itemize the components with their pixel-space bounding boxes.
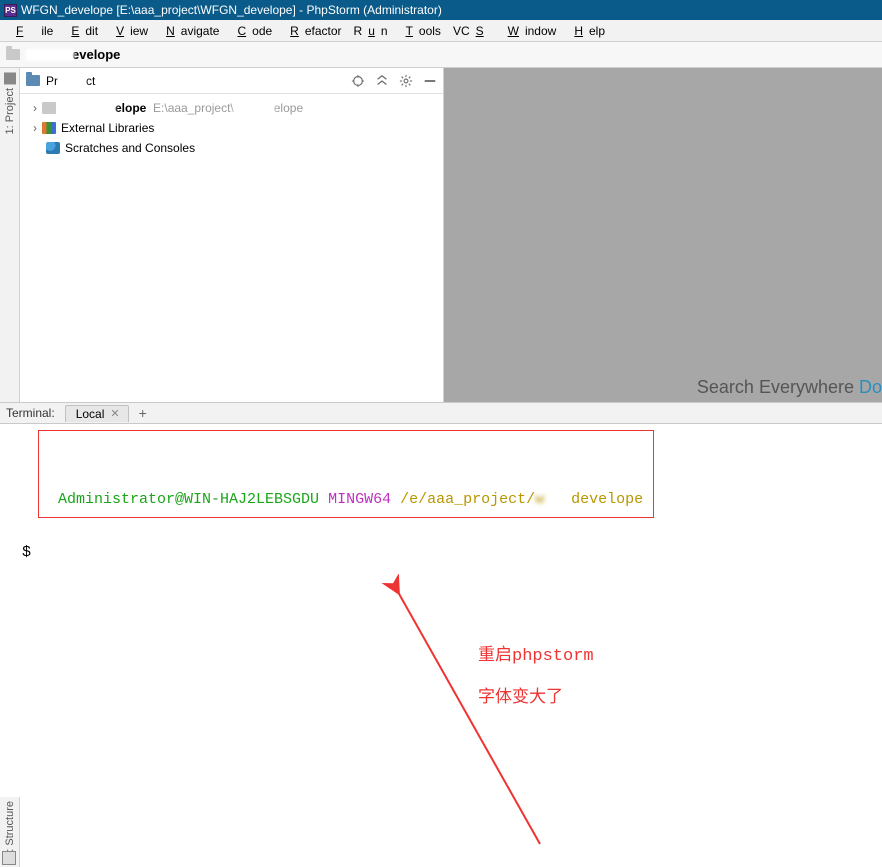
project-tool-icon bbox=[4, 72, 16, 84]
menu-bar: File Edit View Navigate Code Refactor Ru… bbox=[0, 20, 882, 42]
terminal-line-prompt: Administrator@WIN-HAJ2LEBSGDU MINGW64 /e… bbox=[22, 466, 876, 534]
search-everywhere-hint: Search Everywhere Do bbox=[697, 377, 882, 398]
chevron-right-icon[interactable]: › bbox=[30, 121, 40, 135]
menu-navigate[interactable]: Navigate bbox=[154, 22, 225, 40]
menu-refactor[interactable]: Refactor bbox=[278, 22, 347, 40]
main-split: 1: Project Prct bbox=[0, 68, 882, 402]
folder-icon bbox=[42, 102, 56, 114]
breadcrumb-redacted bbox=[26, 49, 74, 61]
tool-window-project[interactable]: 1: Project bbox=[4, 72, 16, 134]
breadcrumb-text: evelope bbox=[72, 47, 120, 62]
menu-file[interactable]: File bbox=[4, 22, 59, 40]
window-title: WFGN_develope [E:\aaa_project\WFGN_devel… bbox=[21, 3, 442, 17]
terminal-tab-local[interactable]: Local ✕ bbox=[65, 405, 129, 422]
app-icon: PS bbox=[4, 4, 17, 17]
toggle-tool-windows-icon[interactable] bbox=[2, 851, 16, 865]
menu-edit[interactable]: Edit bbox=[59, 22, 104, 40]
menu-vcs[interactable]: VCS bbox=[447, 22, 496, 40]
hide-panel-icon[interactable] bbox=[423, 74, 437, 88]
menu-code[interactable]: Code bbox=[225, 22, 278, 40]
locate-icon[interactable] bbox=[351, 74, 365, 88]
menu-view[interactable]: View bbox=[104, 22, 154, 40]
annotation-arrow bbox=[380, 574, 580, 854]
menu-help[interactable]: Help bbox=[562, 22, 611, 40]
menu-run[interactable]: Run bbox=[348, 22, 394, 40]
collapse-all-icon[interactable] bbox=[375, 74, 389, 88]
editor-empty-area: Search Everywhere Do bbox=[444, 68, 882, 402]
annotation-text-1: 重启phpstorm bbox=[478, 640, 594, 666]
gear-icon[interactable] bbox=[399, 74, 413, 88]
tool-window-structure[interactable]: 7: Structure bbox=[4, 801, 16, 858]
terminal-tab-label: Local bbox=[76, 407, 105, 421]
menu-tools[interactable]: Tools bbox=[394, 22, 447, 40]
terminal-body[interactable]: Administrator@WIN-HAJ2LEBSGDU MINGW64 /e… bbox=[0, 424, 882, 867]
terminal-line-input[interactable]: $ bbox=[22, 542, 876, 565]
scratches-icon bbox=[46, 142, 60, 154]
chevron-right-icon[interactable]: › bbox=[30, 101, 40, 115]
project-icon bbox=[26, 75, 40, 86]
menu-window[interactable]: Window bbox=[496, 22, 563, 40]
tree-node-module[interactable]: › elope E:\aaa_project\elope bbox=[22, 98, 441, 118]
terminal-tab-bar: Terminal: Local ✕ + bbox=[0, 402, 882, 424]
left-tool-gutter: 1: Project bbox=[0, 68, 20, 402]
window-titlebar: PS WFGN_develope [E:\aaa_project\WFGN_de… bbox=[0, 0, 882, 20]
project-tool-window: Prct › elo bbox=[20, 68, 444, 402]
annotation-text-2: 字体变大了 bbox=[478, 682, 563, 708]
folder-icon bbox=[6, 49, 20, 60]
breadcrumb[interactable]: evelope bbox=[0, 42, 882, 68]
project-panel-header: Prct bbox=[20, 68, 443, 94]
project-panel-title[interactable]: Prct bbox=[46, 74, 95, 88]
new-terminal-tab-button[interactable]: + bbox=[139, 405, 147, 421]
close-tab-icon[interactable]: ✕ bbox=[110, 407, 119, 420]
terminal-panel-label: Terminal: bbox=[6, 406, 55, 420]
project-tree[interactable]: › elope E:\aaa_project\elope › External … bbox=[20, 94, 443, 162]
tree-node-scratches[interactable]: Scratches and Consoles bbox=[22, 138, 441, 158]
tree-node-external-libraries[interactable]: › External Libraries bbox=[22, 118, 441, 138]
libraries-icon bbox=[42, 122, 56, 134]
